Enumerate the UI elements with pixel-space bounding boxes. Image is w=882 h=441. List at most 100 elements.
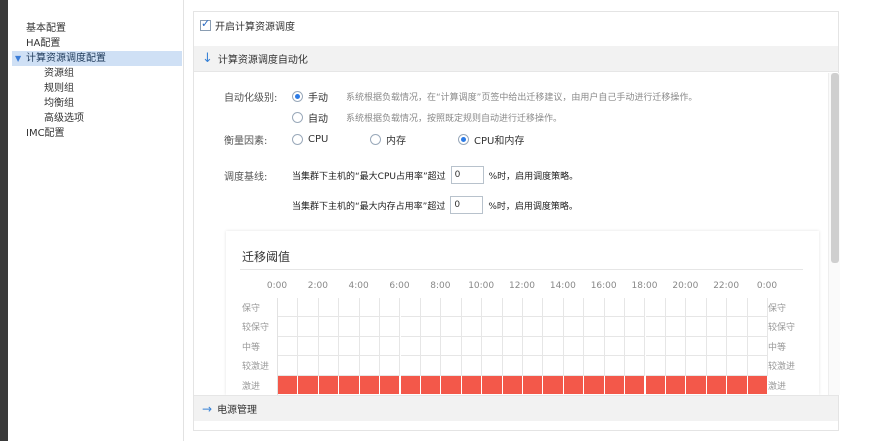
threshold-cell[interactable] [441, 317, 462, 337]
threshold-cell[interactable] [441, 298, 462, 318]
threshold-cell[interactable] [645, 375, 666, 395]
threshold-cell[interactable] [543, 375, 564, 395]
threshold-cell[interactable] [645, 356, 666, 376]
section-header-automation[interactable]: ↓ 计算资源调度自动化 [194, 46, 838, 72]
mem-threshold-input[interactable] [450, 196, 484, 214]
threshold-cell[interactable] [706, 356, 728, 376]
threshold-cell[interactable] [482, 336, 503, 357]
threshold-cell[interactable] [278, 375, 299, 395]
threshold-cell[interactable] [482, 317, 503, 337]
threshold-cell[interactable] [604, 298, 626, 318]
threshold-cell[interactable] [441, 375, 462, 395]
threshold-cell[interactable] [278, 298, 299, 318]
threshold-cell[interactable] [543, 317, 564, 337]
sidebar-item[interactable]: 均衡组 [26, 96, 182, 111]
threshold-cell[interactable] [563, 356, 585, 376]
threshold-cell[interactable] [298, 375, 319, 395]
sidebar-item[interactable]: 资源组 [26, 66, 182, 81]
threshold-cell[interactable] [339, 317, 360, 337]
threshold-cell[interactable] [747, 317, 768, 337]
section-header-power[interactable]: → 电源管理 [194, 395, 838, 421]
threshold-cell[interactable] [461, 298, 483, 318]
option-cpu-memory-label[interactable]: CPU和内存 [474, 132, 524, 147]
threshold-cell[interactable] [747, 336, 768, 357]
threshold-cell[interactable] [461, 336, 483, 357]
threshold-cell[interactable] [686, 356, 707, 376]
scrollbar-thumb[interactable] [831, 73, 839, 263]
threshold-cell[interactable] [482, 298, 503, 318]
radio-memory[interactable] [370, 133, 381, 145]
expand-arrow-icon[interactable]: ▼ [15, 51, 21, 66]
threshold-cell[interactable] [359, 356, 381, 376]
threshold-cell[interactable] [584, 317, 605, 337]
threshold-cell[interactable] [400, 336, 421, 357]
threshold-cell[interactable] [665, 375, 687, 395]
threshold-cell[interactable] [380, 375, 401, 395]
threshold-cell[interactable] [380, 317, 401, 337]
threshold-cell[interactable] [625, 336, 646, 357]
threshold-cell[interactable] [380, 356, 401, 376]
checkbox-box[interactable]: ✓ [200, 17, 211, 31]
threshold-cell[interactable] [441, 356, 462, 376]
threshold-cell[interactable] [543, 336, 564, 357]
threshold-cell[interactable] [298, 356, 319, 376]
sidebar-item[interactable]: HA配置 [26, 36, 182, 51]
cpu-threshold-input[interactable] [450, 166, 484, 184]
threshold-cell[interactable] [665, 336, 687, 357]
threshold-cell[interactable] [420, 375, 442, 395]
threshold-cell[interactable] [686, 317, 707, 337]
threshold-cell[interactable] [604, 317, 626, 337]
threshold-cell[interactable] [318, 356, 340, 376]
threshold-cell[interactable] [625, 375, 646, 395]
threshold-cell[interactable] [359, 336, 381, 357]
threshold-cell[interactable] [502, 317, 523, 337]
threshold-cell[interactable] [645, 336, 666, 357]
threshold-cell[interactable] [400, 317, 421, 337]
threshold-cell[interactable] [747, 356, 768, 376]
option-cpu-label[interactable]: CPU [308, 134, 358, 145]
threshold-cell[interactable] [482, 356, 503, 376]
threshold-cell[interactable] [604, 356, 626, 376]
threshold-cell[interactable] [543, 298, 564, 318]
threshold-cell[interactable] [502, 336, 523, 357]
threshold-cell[interactable] [400, 298, 421, 318]
option-manual-label[interactable]: 手动 [308, 89, 334, 104]
threshold-cell[interactable] [400, 356, 421, 376]
threshold-cell[interactable] [727, 317, 748, 337]
threshold-cell[interactable] [706, 298, 728, 318]
threshold-cell[interactable] [339, 298, 360, 318]
threshold-cell[interactable] [706, 375, 728, 395]
radio-auto[interactable] [292, 111, 303, 123]
threshold-cell[interactable] [298, 298, 319, 318]
threshold-cell[interactable] [584, 356, 605, 376]
threshold-cell[interactable] [420, 298, 442, 318]
threshold-cell[interactable] [318, 317, 340, 337]
option-auto-label[interactable]: 自动 [308, 110, 334, 125]
threshold-cell[interactable] [380, 336, 401, 357]
threshold-cell[interactable] [625, 317, 646, 337]
threshold-cell[interactable] [502, 298, 523, 318]
sidebar-item[interactable]: 高级选项 [26, 111, 182, 126]
threshold-cell[interactable] [461, 317, 483, 337]
threshold-cell[interactable] [482, 375, 503, 395]
threshold-cell[interactable] [686, 298, 707, 318]
threshold-cell[interactable] [278, 317, 299, 337]
threshold-cell[interactable] [625, 356, 646, 376]
radio-cpu-and-memory[interactable] [458, 133, 469, 145]
threshold-cell[interactable] [318, 336, 340, 357]
sidebar-item[interactable]: IMC配置 [26, 126, 182, 141]
threshold-cell[interactable] [747, 298, 768, 318]
threshold-cell[interactable] [461, 356, 483, 376]
threshold-cell[interactable] [359, 375, 381, 395]
threshold-cell[interactable] [645, 317, 666, 337]
threshold-cell[interactable] [420, 356, 442, 376]
threshold-cell[interactable] [665, 356, 687, 376]
radio-manual[interactable] [292, 90, 303, 102]
threshold-cell[interactable] [604, 336, 626, 357]
threshold-cell[interactable] [278, 336, 299, 357]
threshold-cell[interactable] [584, 336, 605, 357]
threshold-cell[interactable] [727, 336, 748, 357]
threshold-cell[interactable] [523, 298, 544, 318]
threshold-cell[interactable] [523, 375, 544, 395]
threshold-cell[interactable] [563, 375, 585, 395]
